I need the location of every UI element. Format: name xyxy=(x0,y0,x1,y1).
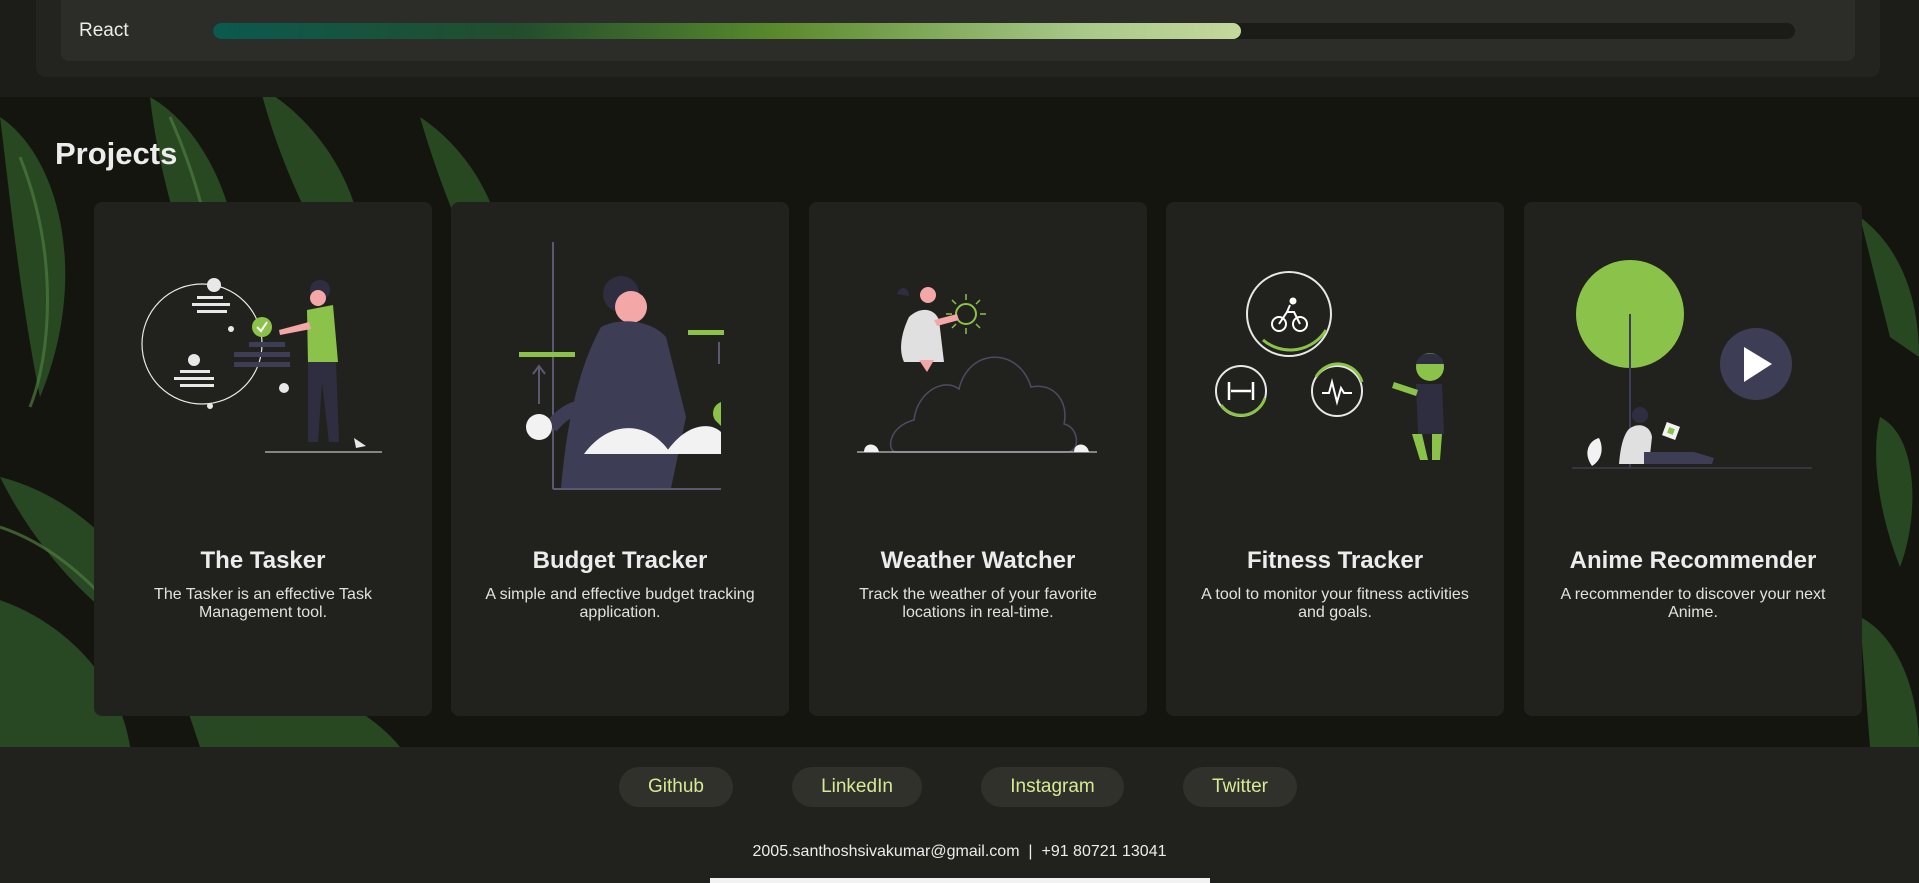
card-description: A recommender to discover your next Anim… xyxy=(1560,586,1826,621)
footer xyxy=(0,747,1919,883)
skill-name: React xyxy=(79,20,129,41)
skill-progress-fill xyxy=(213,23,1242,39)
contact-info: 2005.santhoshsivakumar@gmail.com | +91 8… xyxy=(752,843,1167,860)
budget-illustration xyxy=(519,242,724,490)
anime-illustration xyxy=(1572,260,1812,469)
project-card-tasker[interactable]: The Tasker The Tasker is an effective Ta… xyxy=(94,202,432,716)
linkedin-link[interactable]: LinkedIn xyxy=(792,767,922,807)
project-card-fitness[interactable]: Fitness Tracker A tool to monitor your f… xyxy=(1166,202,1504,716)
task-illustration xyxy=(141,278,382,453)
project-card-weather[interactable]: Weather Watcher Track the weather of you… xyxy=(809,202,1147,716)
heartbeat-icon xyxy=(1322,378,1352,406)
skill-progress-track xyxy=(213,23,1795,39)
weather-illustration xyxy=(857,287,1097,453)
card-description: Track the weather of your favorite locat… xyxy=(859,586,1097,621)
card-title: Budget Tracker xyxy=(532,547,708,574)
card-description: A simple and effective budget tracking a… xyxy=(485,586,755,621)
card-description: A tool to monitor your fitness activitie… xyxy=(1201,586,1469,621)
card-title: Weather Watcher xyxy=(880,547,1076,574)
project-card-budget[interactable]: Budget Tracker A simple and effective bu… xyxy=(451,202,789,716)
card-title: Anime Recommender xyxy=(1569,547,1817,574)
card-title: The Tasker xyxy=(200,547,326,574)
dumbbell-icon xyxy=(1227,382,1255,400)
projects-heading: Projects xyxy=(55,136,178,171)
github-link[interactable]: Github xyxy=(619,767,733,807)
fitness-illustration xyxy=(1215,271,1444,460)
twitter-link[interactable]: Twitter xyxy=(1183,767,1297,807)
instagram-link[interactable]: Instagram xyxy=(981,767,1124,807)
horizontal-scrollbar-thumb[interactable] xyxy=(710,878,1210,883)
project-card-anime[interactable]: Anime Recommender A recommender to disco… xyxy=(1524,202,1862,716)
card-title: Fitness Tracker xyxy=(1246,547,1424,574)
card-description: The Tasker is an effective Task Manageme… xyxy=(154,586,372,621)
bicycle-icon xyxy=(1271,297,1308,332)
